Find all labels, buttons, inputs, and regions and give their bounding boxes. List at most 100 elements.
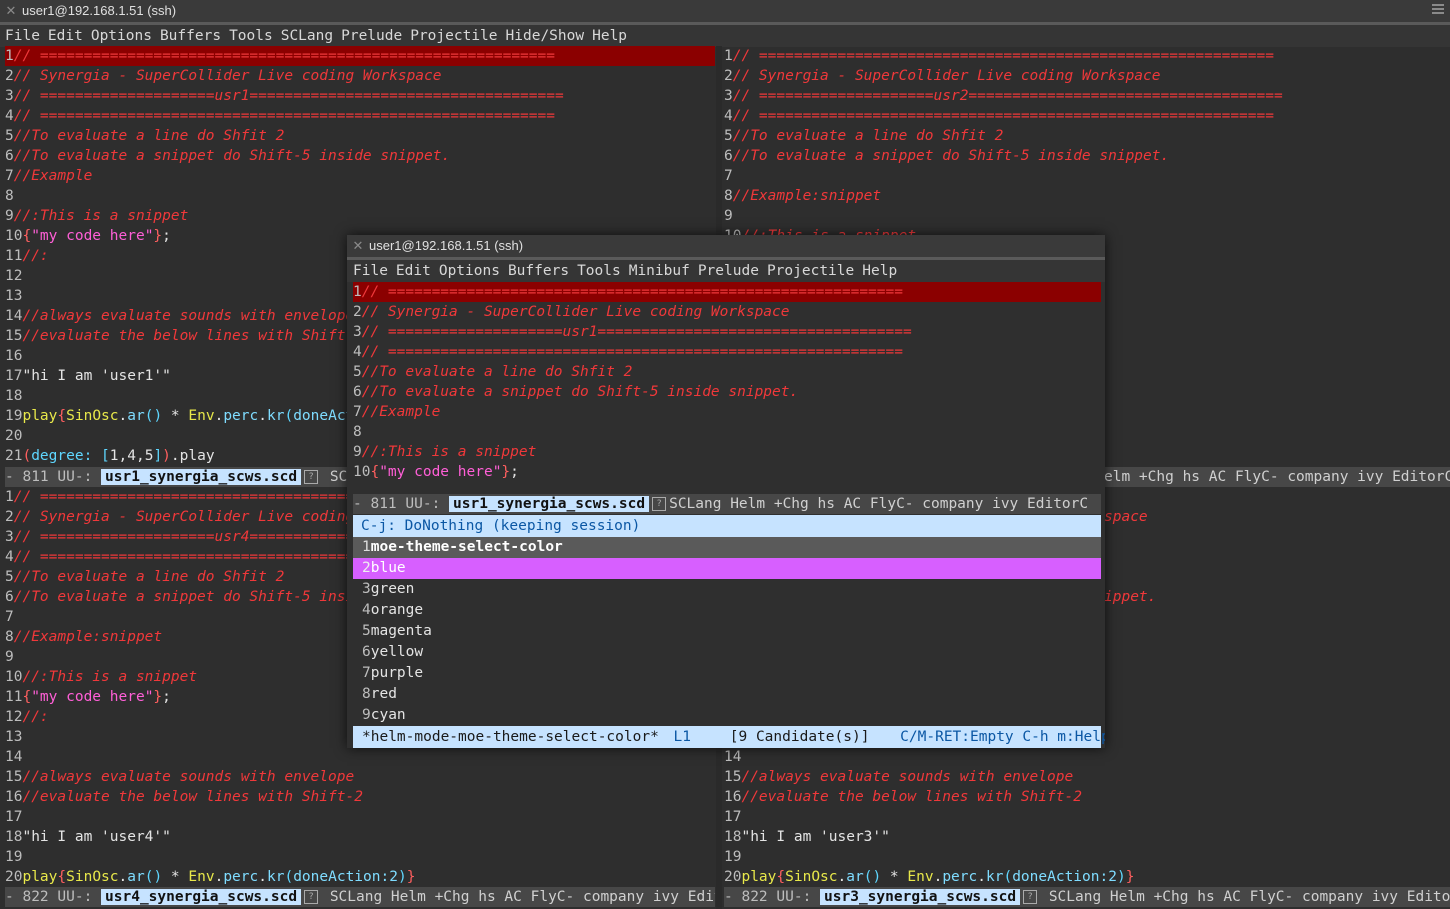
code-line[interactable]: 16//evaluate the below lines with Shift-… [724,787,1450,807]
code-line[interactable]: 6//To evaluate a snippet do Shift-5 insi… [724,146,1450,166]
menu-item-file[interactable]: File [5,28,40,44]
code-line[interactable]: 4// ====================================… [5,106,715,126]
code-line[interactable]: 19 [724,847,1450,867]
popup-editor-pane[interactable]: 1// ====================================… [353,282,1101,492]
menu-item-options[interactable]: Options [439,263,500,279]
menu-item-buffers[interactable]: Buffers [508,263,569,279]
code-line[interactable]: 5//To evaluate a line do Shfit 2 [724,126,1450,146]
menu-item-edit[interactable]: Edit [48,28,83,44]
code-line[interactable]: 20play{SinOsc.ar() * Env.perc.kr(doneAct… [724,867,1450,887]
code-line[interactable]: 15//always evaluate sounds with envelope [724,767,1450,787]
menu-item-help[interactable]: Help [862,263,897,279]
code-line[interactable]: 1// ====================================… [353,282,1101,302]
code-token: // ====================usr1=============… [361,324,912,340]
line-number: 8 [5,188,14,204]
code-line[interactable]: 1// ====================================… [5,46,715,66]
code-line[interactable]: 7 [724,166,1450,186]
code-line[interactable]: 17 [5,807,715,827]
popup-close-icon[interactable]: ✕ [347,235,369,257]
menu-item-file[interactable]: File [353,263,388,279]
helm-candidate[interactable]: 5magenta [353,621,1101,642]
menu-item-help[interactable]: Help [592,28,627,44]
modeline-buffer-name[interactable]: usr1_synergia_scws.scd [101,469,302,485]
modeline-buffer-name[interactable]: usr1_synergia_scws.scd [449,496,650,512]
code-line[interactable]: 9 [724,206,1450,226]
menu-item-sclang[interactable]: SCLang [281,28,333,44]
editor-pane-bottom-right-top[interactable]: space ippet. [1104,487,1450,607]
code-line[interactable]: 8//Example:snippet [724,186,1450,206]
editor-pane-top-right[interactable]: 1// ====================================… [724,46,1450,246]
code-line[interactable]: 20play{SinOsc.ar() * Env.perc.kr(doneAct… [5,867,715,887]
helm-candidate[interactable]: 9cyan [353,705,1101,726]
helm-candidate[interactable]: 6yellow [353,642,1101,663]
code-line[interactable]: space [1104,507,1450,527]
code-line[interactable]: 17 [724,807,1450,827]
code-line[interactable]: 6//To evaluate a snippet do Shift-5 insi… [5,146,715,166]
code-line[interactable] [1104,567,1450,587]
menu-item-edit[interactable]: Edit [396,263,431,279]
code-line[interactable]: 2// Synergia - SuperCollider Live coding… [353,302,1101,322]
code-line[interactable]: 8 [353,422,1101,442]
code-line[interactable] [1104,527,1450,547]
code-token: //Example [361,404,441,420]
code-line[interactable]: 4// ====================================… [353,342,1101,362]
code-line[interactable] [1104,547,1450,567]
code-token: //:This is a snippet [22,669,198,685]
menu-item-options[interactable]: Options [91,28,152,44]
code-line[interactable]: ippet. [1104,587,1450,607]
helm-candidate[interactable]: 4orange [353,600,1101,621]
menu-item-hideshow[interactable]: Hide/Show [506,28,585,44]
code-line[interactable]: 10{"my code here"}; [353,462,1101,482]
line-number: 19 [724,849,742,865]
menu-item-tools[interactable]: Tools [229,28,273,44]
helm-candidate[interactable]: 7purple [353,663,1101,684]
code-line[interactable]: 8 [5,186,715,206]
code-line[interactable]: 1// ====================================… [724,46,1450,66]
code-line[interactable]: 15//always evaluate sounds with envelope [5,767,715,787]
hamburger-icon[interactable] [1432,4,1444,16]
help-icon[interactable]: ? [652,497,667,511]
menu-item-minibuf[interactable]: Minibuf [629,263,690,279]
code-line[interactable]: 5//To evaluate a line do Shfit 2 [353,362,1101,382]
modeline-buffer-name[interactable]: usr4_synergia_scws.scd [101,889,302,905]
code-line[interactable]: 6//To evaluate a snippet do Shift-5 insi… [353,382,1101,402]
code-line[interactable]: 18"hi I am 'user4'" [5,827,715,847]
helm-candidate[interactable]: 3green [353,579,1101,600]
code-line[interactable]: 7//Example [353,402,1101,422]
code-line[interactable] [1104,487,1450,507]
code-line[interactable]: 14 [724,747,1450,767]
code-line[interactable]: 14 [5,747,715,767]
help-icon[interactable]: ? [304,890,319,904]
code-line[interactable]: 9//:This is a snippet [353,442,1101,462]
code-line[interactable]: 7//Example [5,166,715,186]
editor-pane-bottom-right[interactable]: 14 15//always evaluate sounds with envelo… [724,747,1450,887]
line-number: 7 [5,609,14,625]
code-line[interactable]: 4// ====================================… [724,106,1450,126]
code-line[interactable]: 16//evaluate the below lines with Shift-… [5,787,715,807]
code-line[interactable]: 9//:This is a snippet [5,206,715,226]
modeline-bottom-right: - 822 UU-: usr3_synergia_scws.scd? SCLan… [724,887,1450,907]
menu-item-prelude[interactable]: Prelude [698,263,759,279]
menu-item-tools[interactable]: Tools [577,263,621,279]
code-line[interactable]: 5//To evaluate a line do Shfit 2 [5,126,715,146]
help-icon[interactable]: ? [1023,890,1038,904]
menu-item-buffers[interactable]: Buffers [160,28,221,44]
line-number: 13 [5,288,23,304]
menu-item-prelude[interactable]: Prelude [341,28,402,44]
close-icon[interactable]: ✕ [0,0,22,22]
helm-candidate[interactable]: 2blue [353,558,1101,579]
menu-item-projectile[interactable]: Projectile [767,263,854,279]
code-line[interactable]: 19 [5,847,715,867]
code-line[interactable]: 3// ====================usr1============… [5,86,715,106]
code-line[interactable]: 2// Synergia - SuperCollider Live coding… [724,66,1450,86]
modeline-buffer-name[interactable]: usr3_synergia_scws.scd [820,889,1021,905]
line-number: 1 [5,489,14,505]
code-line[interactable]: 2// Synergia - SuperCollider Live coding… [5,66,715,86]
code-line[interactable]: 18"hi I am 'user3'" [724,827,1450,847]
help-icon[interactable]: ? [304,470,319,484]
code-line[interactable]: 3// ====================usr2============… [724,86,1450,106]
code-line[interactable]: 3// ====================usr1============… [353,322,1101,342]
line-number: 8 [353,424,362,440]
helm-candidate[interactable]: 8red [353,684,1101,705]
menu-item-projectile[interactable]: Projectile [410,28,497,44]
